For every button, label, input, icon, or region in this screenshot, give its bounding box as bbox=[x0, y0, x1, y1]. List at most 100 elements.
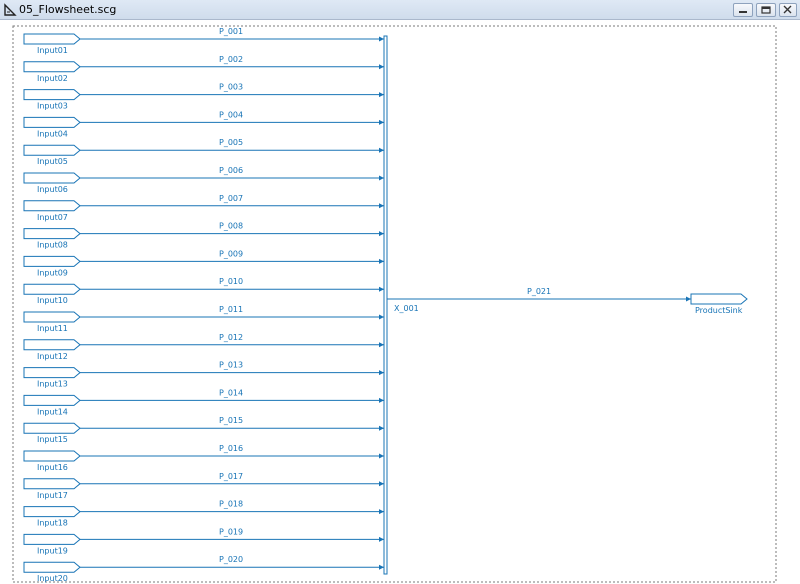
window-titlebar[interactable]: 05_Flowsheet.scg bbox=[0, 0, 800, 20]
input-stream-label: P_015 bbox=[219, 416, 243, 425]
input-feed-label: Input07 bbox=[37, 213, 68, 222]
input-stream-label: P_006 bbox=[219, 166, 243, 175]
input-feed-label: Input13 bbox=[37, 380, 68, 389]
product-sink-label: ProductSink bbox=[695, 306, 743, 315]
close-button[interactable] bbox=[779, 3, 797, 17]
mixer-x001-block[interactable] bbox=[383, 35, 388, 575]
minimize-button[interactable] bbox=[733, 3, 753, 17]
input-stream-label: P_005 bbox=[219, 138, 243, 147]
input-feed-label: Input03 bbox=[37, 102, 68, 111]
input-stream-arrow bbox=[379, 147, 384, 153]
flowsheet-app-icon bbox=[4, 3, 17, 16]
input-stream-group[interactable]: Input17 P_017 bbox=[23, 472, 384, 500]
input-feed-block[interactable] bbox=[23, 144, 81, 156]
input-stream-arrow bbox=[379, 453, 384, 459]
input-stream-label: P_019 bbox=[219, 527, 243, 536]
input-feed-label: Input19 bbox=[37, 546, 68, 555]
input-feed-label: Input08 bbox=[37, 241, 68, 250]
input-feed-block[interactable] bbox=[23, 228, 81, 240]
mixer-label: X_001 bbox=[394, 304, 419, 313]
input-feed-label: Input11 bbox=[37, 324, 68, 333]
input-stream-label: P_007 bbox=[219, 194, 243, 203]
input-stream-arrow bbox=[379, 64, 384, 70]
minimize-icon bbox=[739, 11, 747, 13]
input-feed-block[interactable] bbox=[23, 172, 81, 184]
input-stream-label: P_001 bbox=[219, 27, 243, 36]
input-stream-group[interactable]: Input02 P_002 bbox=[23, 55, 384, 83]
input-stream-group[interactable]: Input06 P_006 bbox=[23, 166, 384, 194]
input-feed-block[interactable] bbox=[23, 89, 81, 101]
input-stream-group[interactable]: Input15 P_015 bbox=[23, 416, 384, 444]
input-stream-group[interactable]: Input11 P_011 bbox=[23, 305, 384, 333]
input-feed-block[interactable] bbox=[23, 255, 81, 267]
input-feed-label: Input14 bbox=[37, 407, 68, 416]
input-stream-arrow bbox=[379, 231, 384, 237]
input-stream-group[interactable]: Input14 P_014 bbox=[23, 388, 384, 416]
restore-icon bbox=[761, 6, 771, 14]
input-stream-label: P_010 bbox=[219, 277, 243, 286]
input-feed-label: Input09 bbox=[37, 268, 68, 277]
input-feed-block[interactable] bbox=[23, 394, 81, 406]
input-feed-block[interactable] bbox=[23, 311, 81, 323]
input-stream-group[interactable]: Input01 P_001 bbox=[23, 27, 384, 55]
input-stream-group[interactable]: Input20 P_020 bbox=[23, 555, 384, 583]
input-stream-label: P_009 bbox=[219, 249, 243, 258]
input-feed-block[interactable] bbox=[23, 339, 81, 351]
input-stream-label: P_018 bbox=[219, 500, 243, 509]
input-stream-group[interactable]: Input16 P_016 bbox=[23, 444, 384, 472]
input-stream-arrow bbox=[379, 258, 384, 264]
input-feed-block[interactable] bbox=[23, 533, 81, 545]
input-feed-label: Input05 bbox=[37, 157, 68, 166]
input-feed-block[interactable] bbox=[23, 506, 81, 518]
input-feed-block[interactable] bbox=[23, 450, 81, 462]
input-stream-label: P_011 bbox=[219, 305, 243, 314]
flowsheet-canvas[interactable]: Input01P_001Input02P_002Input03P_003Inpu… bbox=[0, 20, 800, 584]
input-feed-block[interactable] bbox=[23, 367, 81, 379]
input-feed-block[interactable] bbox=[23, 116, 81, 128]
input-stream-group[interactable]: Input04 P_004 bbox=[23, 110, 384, 138]
input-feed-block[interactable] bbox=[23, 478, 81, 490]
input-feed-label: Input01 bbox=[37, 46, 68, 55]
input-feed-label: Input17 bbox=[37, 491, 68, 500]
input-stream-group[interactable]: Input12 P_012 bbox=[23, 333, 384, 361]
input-stream-group[interactable]: Input09 P_009 bbox=[23, 249, 384, 277]
input-stream-arrow bbox=[379, 314, 384, 320]
input-stream-arrow bbox=[379, 509, 384, 515]
input-stream-group[interactable]: Input08 P_008 bbox=[23, 222, 384, 250]
input-stream-group[interactable]: Input05 P_005 bbox=[23, 138, 384, 166]
input-feed-label: Input06 bbox=[37, 185, 68, 194]
input-stream-arrow bbox=[379, 119, 384, 125]
input-feed-label: Input16 bbox=[37, 463, 68, 472]
input-stream-arrow bbox=[379, 286, 384, 292]
input-feed-block[interactable] bbox=[23, 422, 81, 434]
product-sink-block[interactable] bbox=[690, 293, 748, 305]
input-feed-label: Input02 bbox=[37, 74, 68, 83]
input-stream-group[interactable]: Input13 P_013 bbox=[23, 361, 384, 389]
input-stream-label: P_003 bbox=[219, 83, 243, 92]
input-stream-group[interactable]: Input03 P_003 bbox=[23, 83, 384, 111]
input-stream-arrow bbox=[379, 564, 384, 570]
input-stream-arrow bbox=[379, 36, 384, 42]
input-feed-label: Input20 bbox=[37, 574, 68, 583]
input-stream-arrow bbox=[379, 481, 384, 487]
input-stream-group[interactable]: Input10 P_010 bbox=[23, 277, 384, 305]
input-stream-arrow bbox=[379, 342, 384, 348]
input-feed-block[interactable] bbox=[23, 33, 81, 45]
input-feed-label: Input04 bbox=[37, 129, 68, 138]
input-stream-label: P_016 bbox=[219, 444, 243, 453]
input-stream-arrow bbox=[379, 397, 384, 403]
input-feed-block[interactable] bbox=[23, 200, 81, 212]
input-stream-group[interactable]: Input19 P_019 bbox=[23, 527, 384, 555]
input-feed-block[interactable] bbox=[23, 61, 81, 73]
input-stream-group[interactable]: Input18 P_018 bbox=[23, 500, 384, 528]
input-feed-block[interactable] bbox=[23, 283, 81, 295]
input-feed-label: Input18 bbox=[37, 519, 68, 528]
input-stream-arrow bbox=[379, 370, 384, 376]
input-stream-arrow bbox=[379, 92, 384, 98]
input-stream-group[interactable]: Input07 P_007 bbox=[23, 194, 384, 222]
outlet-stream-label: P_021 bbox=[527, 287, 551, 296]
window-title: 05_Flowsheet.scg bbox=[19, 3, 117, 16]
restore-button[interactable] bbox=[756, 3, 776, 17]
input-stream-label: P_017 bbox=[219, 472, 243, 481]
input-feed-block[interactable] bbox=[23, 561, 81, 573]
